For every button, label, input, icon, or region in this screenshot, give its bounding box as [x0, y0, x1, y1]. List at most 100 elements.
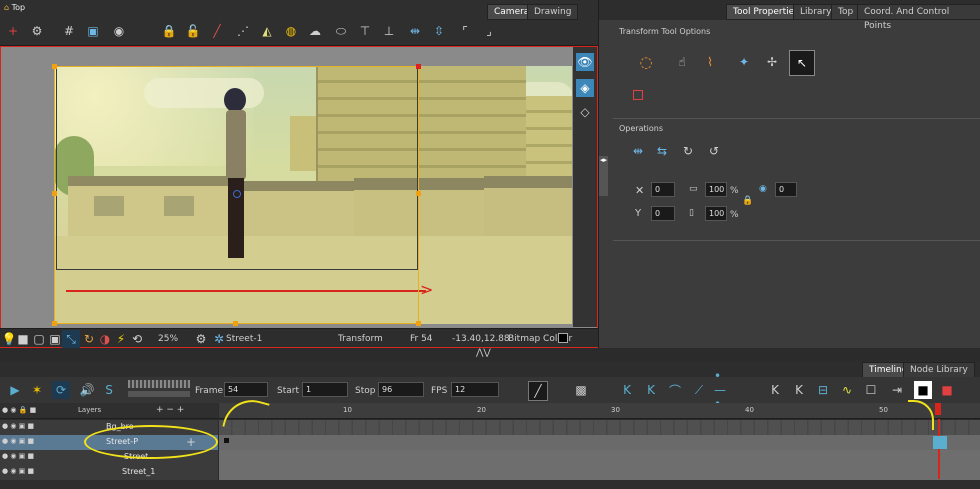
ease-icon[interactable]: ⊟	[814, 381, 832, 399]
settings-icon[interactable]: ⚙	[192, 330, 210, 348]
handle[interactable]	[52, 321, 57, 326]
constant-icon[interactable]: •—•	[714, 369, 732, 411]
camera-mask-icon[interactable]: ▣	[84, 22, 102, 40]
lock-ratio-icon[interactable]: 🔒	[742, 196, 753, 206]
layer-visibility-icons[interactable]: ● ◉ ▣ ■	[2, 422, 34, 430]
peg-select-icon[interactable]: ✦	[733, 52, 755, 72]
layer-visibility-icons[interactable]: ● ◉ ▣ ■	[2, 437, 34, 445]
tab-coord-control-points[interactable]: Coord. And Control Points	[857, 4, 980, 31]
play-selection-icon[interactable]: ✶	[28, 381, 46, 399]
angle-field[interactable]: 0	[775, 182, 797, 197]
grid-icon[interactable]: #	[60, 22, 78, 40]
handle[interactable]	[233, 321, 238, 326]
layer-toggle-icons[interactable]: ● ◉ 🔒 ■	[2, 406, 36, 414]
handle[interactable]	[52, 191, 57, 196]
key-prev-icon[interactable]: K	[766, 381, 784, 399]
rotate-90-cw-icon[interactable]: ↻	[679, 142, 697, 160]
timeline-collapse[interactable]: ⋀⋁	[476, 348, 491, 358]
lock-alt-icon[interactable]: 🔓	[184, 22, 202, 40]
handle[interactable]	[52, 64, 57, 69]
line-icon[interactable]: ╱	[528, 381, 548, 401]
fps-field[interactable]: 12	[451, 382, 499, 397]
frame-field[interactable]: 54	[224, 382, 268, 397]
sound-icon[interactable]: 🔊	[78, 381, 96, 399]
flip-vertical-icon[interactable]: ⇳	[430, 22, 448, 40]
curve-icon[interactable]: ⌒	[666, 381, 684, 399]
table-icon[interactable]: ⊤	[356, 22, 374, 40]
transform-mode-icon[interactable]: ⤡	[62, 330, 80, 348]
layer-visibility-icons[interactable]: ● ◉ ▣ ■	[2, 467, 34, 475]
stop-marker-icon[interactable]: ■	[914, 381, 932, 399]
keyframe-remove-icon[interactable]: K	[642, 381, 660, 399]
lasso-icon[interactable]: ◌	[635, 52, 657, 72]
lasso-select-icon[interactable]: ⌇	[699, 52, 721, 72]
layers-icon[interactable]: ◈	[576, 79, 594, 97]
add-point-icon[interactable]: +	[4, 22, 22, 40]
tab-drawing[interactable]: Drawing	[527, 4, 579, 20]
playback-speed-slider[interactable]	[128, 380, 190, 388]
line-tool-icon[interactable]: ╱	[208, 22, 226, 40]
rotate-90-ccw-icon[interactable]: ↺	[705, 142, 723, 160]
stack-icon[interactable]: ◇	[576, 103, 594, 121]
selection-box[interactable]	[54, 66, 419, 324]
handle[interactable]	[416, 321, 421, 326]
key-next-icon[interactable]: K	[790, 381, 808, 399]
loop-icon[interactable]: ⟳	[52, 381, 70, 399]
height-field[interactable]: 100	[705, 206, 727, 221]
eye-icon[interactable]: 👁	[576, 53, 594, 71]
panel-collapse-handle[interactable]: ◂▸	[599, 156, 608, 196]
layer-row[interactable]: ● ◉ ▣ ■ Street_1	[0, 465, 218, 481]
end-marker-icon[interactable]: ■	[938, 381, 956, 399]
start-field[interactable]: 1	[302, 382, 348, 397]
x-field[interactable]: 0	[651, 182, 675, 197]
flip-horizontal-icon[interactable]: ⇹	[406, 22, 424, 40]
stop-field[interactable]: 96	[378, 382, 424, 397]
zoom-level[interactable]: 25%	[158, 334, 178, 344]
corner-top-icon[interactable]: ⌜	[456, 22, 474, 40]
dotted-line-icon[interactable]: ⋰	[234, 22, 252, 40]
tab-node-library[interactable]: Node Library	[903, 362, 975, 378]
motion-path-icon[interactable]: ⟋	[690, 381, 708, 399]
y-field[interactable]: 0	[651, 206, 675, 221]
bounding-box-icon[interactable]	[633, 90, 643, 100]
keyframe-add-icon[interactable]: K	[618, 381, 636, 399]
safe-area-icon[interactable]: ◉	[110, 22, 128, 40]
lock-icon[interactable]: 🔒	[160, 22, 178, 40]
onion-skin-icon[interactable]: ◭	[258, 22, 276, 40]
color-swatch[interactable]	[558, 333, 568, 343]
extend-icon[interactable]: ⇥	[888, 381, 906, 399]
timeline-tabbar: ⋀⋁	[0, 348, 980, 361]
toggle-icon[interactable]: ☐	[862, 381, 880, 399]
handle[interactable]	[416, 191, 421, 196]
onion-icon[interactable]: ▩	[572, 381, 590, 399]
stage-icon[interactable]: ⬭	[332, 22, 350, 40]
timeline-track[interactable]	[219, 450, 980, 466]
playhead-marker[interactable]	[935, 403, 941, 415]
width-field[interactable]: 100	[705, 182, 727, 197]
peg-icon[interactable]: ✢	[761, 52, 783, 72]
layer-controls[interactable]: + − +	[156, 405, 184, 415]
tab-top[interactable]: Top	[831, 4, 861, 20]
selected-keyframe[interactable]	[933, 436, 947, 449]
flip-h-op-icon[interactable]: ⇹	[629, 142, 647, 160]
timeline-track[interactable]	[219, 465, 980, 481]
sound-scrub-icon[interactable]: S	[100, 381, 118, 399]
stand-icon[interactable]: ⊥	[380, 22, 398, 40]
handle[interactable]	[416, 64, 421, 69]
light-table-icon[interactable]: ◍	[282, 22, 300, 40]
timeline-track[interactable]	[219, 420, 980, 436]
camera-toolbar: ⌂ Top Camera Drawing + ⚙ # ▣ ◉ 🔒 🔓 ╱ ⋰ ◭…	[0, 0, 598, 46]
select-icon[interactable]: ☝	[671, 52, 693, 72]
arrow-select-icon[interactable]: ↖	[789, 50, 815, 76]
timeline-track[interactable]	[219, 435, 980, 451]
playback-speed-track[interactable]	[128, 391, 190, 397]
play-icon[interactable]: ▶	[6, 381, 24, 399]
flip-v-op-icon[interactable]: ⇆	[653, 142, 671, 160]
reset-view-icon[interactable]: ⟲	[128, 330, 146, 348]
first-keyframe[interactable]	[224, 438, 229, 443]
gear-icon[interactable]: ⚙	[28, 22, 46, 40]
cloud-icon[interactable]: ☁	[306, 22, 324, 40]
hold-icon[interactable]: ∿	[838, 381, 856, 399]
corner-bottom-icon[interactable]: ⌟	[480, 22, 498, 40]
layer-visibility-icons[interactable]: ● ◉ ▣ ■	[2, 452, 34, 460]
